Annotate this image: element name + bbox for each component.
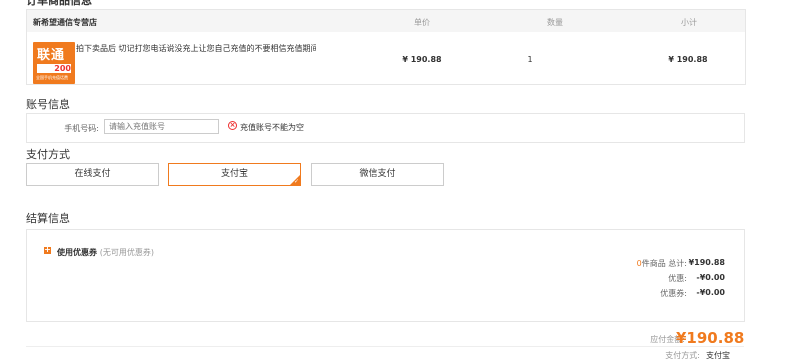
payable-amount: ¥190.88 <box>676 329 745 347</box>
account-box: 手机号码: × 充值账号不能为空 <box>26 113 745 143</box>
product-quantity: 1 <box>527 55 533 64</box>
coupon-label: 使用优惠券 <box>57 248 97 257</box>
account-section-title: 账号信息 <box>26 98 70 111</box>
pay-option-online[interactable]: 在线支付 <box>26 163 159 186</box>
phone-input[interactable] <box>104 119 219 134</box>
pay-option-wechat[interactable]: 微信支付 <box>311 163 444 186</box>
thumb-amount: 200 <box>37 64 71 73</box>
error-icon: × <box>228 121 237 130</box>
product-subtotal: ¥ 190.88 <box>668 55 708 64</box>
product-price: ¥ 190.88 <box>402 55 442 64</box>
column-header-price: 单价 <box>414 18 430 27</box>
coupon-note: (无可用优惠券) <box>99 248 155 257</box>
coupon-toggle[interactable]: 使用优惠券 (无可用优惠券) <box>57 247 154 258</box>
coupon-deduct-value: -¥0.00 <box>696 288 725 297</box>
thumb-brand: 联通 <box>37 48 66 63</box>
thumb-note: 全国手机充值话费 <box>36 75 68 80</box>
pay-option-alipay[interactable]: 支付宝 ✓ <box>168 163 301 186</box>
check-icon: ✓ <box>293 178 299 185</box>
expand-plus-icon[interactable]: + <box>44 246 51 254</box>
phone-label: 手机号码: <box>64 124 99 133</box>
payment-section-title: 支付方式 <box>26 148 70 161</box>
settlement-box: + 使用优惠券 (无可用优惠券) 0件商品 总计: ¥190.88 优惠: -¥… <box>26 229 745 322</box>
order-table-header: 新希望通信专营店 单价 数量 小计 <box>27 10 745 32</box>
divider <box>26 346 744 347</box>
order-section-title: 订单商品信息 <box>26 0 92 7</box>
goods-total-value: ¥190.88 <box>688 258 725 267</box>
column-header-subtotal: 小计 <box>681 18 697 27</box>
discount-value: -¥0.00 <box>696 273 725 282</box>
shop-name[interactable]: 新希望通信专营店 <box>33 17 97 28</box>
pay-method-value: 支付宝 <box>706 351 730 360</box>
pay-method-label: 支付方式: <box>665 351 700 360</box>
payable-label: 应付金额: <box>650 335 685 344</box>
product-title-link[interactable]: 拍下卖品后 切记打您电话说没充上让您自己充值的不要相信充值期间不... <box>76 43 316 54</box>
settlement-section-title: 结算信息 <box>26 212 70 225</box>
error-message: 充值账号不能为空 <box>240 123 304 132</box>
order-table: 新希望通信专营店 单价 数量 小计 联通 200 全国手机充值话费 拍下卖品后 … <box>26 9 746 85</box>
product-thumbnail[interactable]: 联通 200 全国手机充值话费 <box>33 42 75 84</box>
pay-option-alipay-label: 支付宝 <box>220 169 248 179</box>
column-header-quantity: 数量 <box>547 18 563 27</box>
